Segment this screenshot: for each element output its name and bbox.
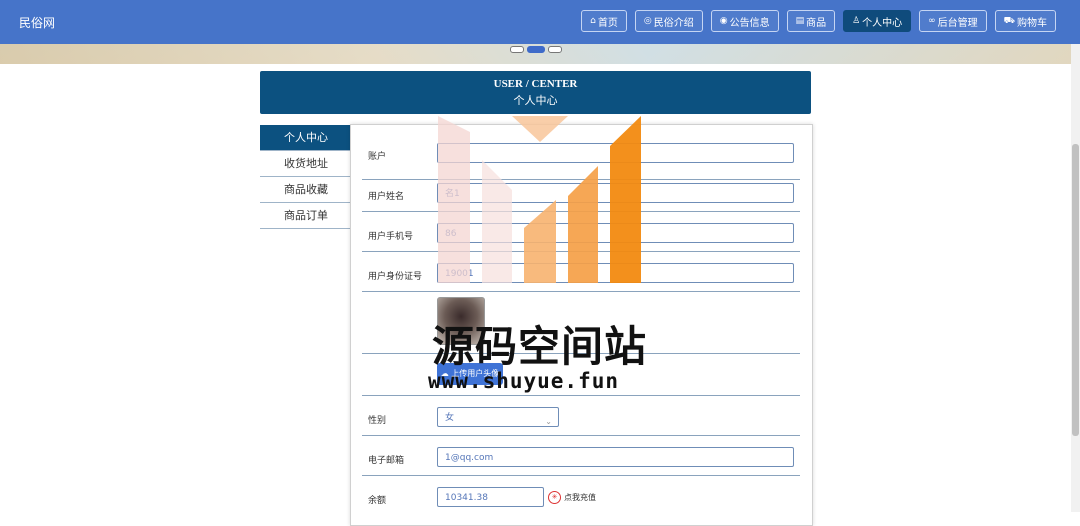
nav-label: 公告信息 <box>729 17 770 29</box>
nav-cart-button[interactable]: ⛟ 购物车 <box>994 10 1056 32</box>
sidebar-item-address[interactable]: 收货地址 <box>260 151 350 177</box>
top-navbar: 民俗网 ⌂ 首页 ◎ 民俗介绍 ◉ 公告信息 ▤ 商品 ♙ 个人中心 ∞ 后台管理 ⛟ 购物车 <box>0 0 1080 44</box>
gender-select-value: 女 <box>445 413 455 423</box>
form-row-account: 账户 <box>362 135 800 180</box>
upload-icon: ☁ <box>440 369 449 378</box>
email-label: 电子邮箱 <box>368 456 405 466</box>
idcard-input[interactable]: 19001 <box>437 263 794 283</box>
idcard-label: 用户身份证号 <box>368 272 423 282</box>
carousel-dot[interactable] <box>510 46 524 53</box>
account-input[interactable] <box>437 143 794 163</box>
form-row-email: 电子邮箱 1@qq.com <box>362 435 800 476</box>
balance-input[interactable]: 10341.38 <box>437 487 544 507</box>
phone-input[interactable]: 86 <box>437 223 794 243</box>
carousel-indicators <box>510 46 562 53</box>
form-row-idcard: 用户身份证号 19001 <box>362 251 800 292</box>
recharge-icon: ✳ <box>548 491 561 504</box>
upload-avatar-button[interactable]: ☁ 上传用户头像 <box>437 363 503 385</box>
sidebar-item-favorites[interactable]: 商品收藏 <box>260 177 350 203</box>
page-title-en: USER / CENTER <box>493 78 578 90</box>
nav-globe-button[interactable]: ◎ 民俗介绍 <box>634 10 703 32</box>
recharge-label: 点我充值 <box>564 493 596 502</box>
nav-label: 购物车 <box>1017 17 1047 29</box>
user-icon: ♙ <box>852 16 861 26</box>
home-icon: ⌂ <box>590 16 596 26</box>
page-title-box: USER / CENTER 个人中心 <box>260 71 811 114</box>
nav-link-button[interactable]: ∞ 后台管理 <box>919 10 987 32</box>
gender-select[interactable]: 女 ⌄ <box>437 407 559 427</box>
name-input[interactable]: 名1 <box>437 183 794 203</box>
name-label: 用户姓名 <box>368 192 405 202</box>
balance-label: 余额 <box>368 496 387 506</box>
page-title-zh: 个人中心 <box>513 94 558 107</box>
goods-icon: ▤ <box>795 16 805 26</box>
nav-label: 个人中心 <box>862 17 903 29</box>
globe-icon: ◎ <box>643 16 652 26</box>
sidebar: 个人中心 收货地址 商品收藏 商品订单 <box>260 125 350 229</box>
email-input[interactable]: 1@qq.com <box>437 447 794 467</box>
link-icon: ∞ <box>928 16 936 26</box>
nav-user-button[interactable]: ♙ 个人中心 <box>843 10 912 32</box>
recharge-link[interactable]: ✳ 点我充值 <box>548 491 596 504</box>
site-brand[interactable]: 民俗网 <box>19 14 55 31</box>
cart-icon: ⛟ <box>1003 15 1015 26</box>
notice-icon: ◉ <box>719 16 728 26</box>
nav-notice-button[interactable]: ◉ 公告信息 <box>710 10 779 32</box>
scrollbar-thumb[interactable] <box>1072 144 1079 436</box>
chevron-down-icon: ⌄ <box>545 417 552 426</box>
form-row-gender: 性别 女 ⌄ <box>362 395 800 436</box>
upload-avatar-label: 上传用户头像 <box>451 369 500 378</box>
form-row-phone: 用户手机号 86 <box>362 211 800 252</box>
page-scrollbar[interactable] <box>1071 44 1080 512</box>
nav-home-button[interactable]: ⌂ 首页 <box>581 10 627 32</box>
profile-form: 账户 用户姓名 名1 用户手机号 86 用户身份证号 19001 ☁ 上传用户头… <box>350 124 813 526</box>
carousel-dot-active[interactable] <box>527 46 545 53</box>
nav-label: 民俗介绍 <box>653 17 694 29</box>
sidebar-item-orders[interactable]: 商品订单 <box>260 203 350 229</box>
form-row-avatar <box>362 291 800 354</box>
gender-label: 性别 <box>368 416 387 426</box>
sidebar-item-profile[interactable]: 个人中心 <box>260 125 350 151</box>
user-avatar-image <box>437 297 485 345</box>
nav-label: 首页 <box>597 17 618 29</box>
nav-goods-button[interactable]: ▤ 商品 <box>786 10 836 32</box>
account-label: 账户 <box>368 152 387 162</box>
form-row-balance: 余额 10341.38 ✳ 点我充值 <box>362 475 800 515</box>
carousel-dot[interactable] <box>548 46 562 53</box>
form-row-upload: ☁ 上传用户头像 <box>362 353 800 396</box>
nav-label: 商品 <box>806 17 827 29</box>
phone-label: 用户手机号 <box>368 232 414 242</box>
form-row-name: 用户姓名 名1 <box>362 179 800 212</box>
main-nav: ⌂ 首页 ◎ 民俗介绍 ◉ 公告信息 ▤ 商品 ♙ 个人中心 ∞ 后台管理 ⛟ 购物车 <box>581 10 1056 32</box>
nav-label: 后台管理 <box>937 17 978 29</box>
